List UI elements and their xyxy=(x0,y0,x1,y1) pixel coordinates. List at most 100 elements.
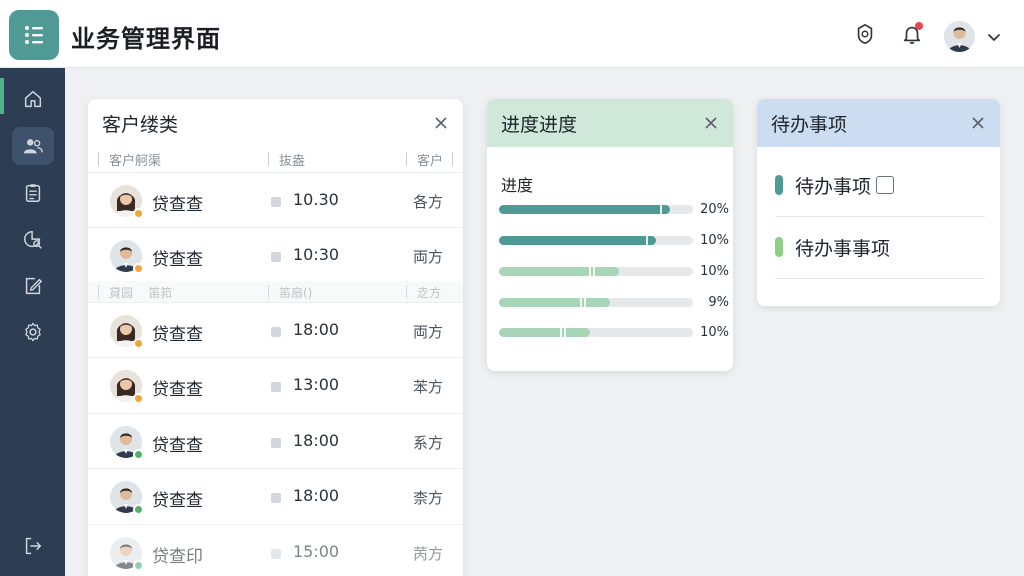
time-marker-icon xyxy=(271,382,281,392)
app-title: 业务管理界面 xyxy=(71,25,221,53)
close-progress-card-button[interactable] xyxy=(703,115,719,131)
notification-button[interactable] xyxy=(900,22,924,46)
menu-list-icon xyxy=(25,26,43,44)
progress-track xyxy=(499,328,693,337)
customer-party: 両方 xyxy=(413,323,444,341)
todo-card-title: 待办事项 xyxy=(771,113,848,136)
todo-item[interactable]: 待办事事项 xyxy=(775,217,985,279)
progress-fill xyxy=(499,205,670,214)
customer-party: 系方 xyxy=(413,434,444,452)
progress-track xyxy=(499,205,693,214)
secondary-header-row: 貸园 笛筘 笛扇() 赱方 xyxy=(88,281,463,303)
table-row[interactable]: 贷查查 10.30 各方 xyxy=(88,172,463,227)
progress-track xyxy=(499,267,693,276)
status-dot xyxy=(133,560,144,571)
customer-party: 両方 xyxy=(413,248,444,266)
time-marker-icon xyxy=(271,197,281,207)
customer-name: 贷查查 xyxy=(152,436,203,456)
status-dot xyxy=(133,449,144,460)
progress-row: 10% xyxy=(499,233,729,248)
sidebar-item-users[interactable] xyxy=(12,127,54,165)
sidebar-item-logout[interactable] xyxy=(12,527,54,565)
progress-marker xyxy=(660,205,662,214)
column-header-customer[interactable]: 客户舸渠 xyxy=(98,146,161,172)
customer-name: 贷查印 xyxy=(152,547,203,567)
table-row[interactable]: 贷查查 18:00 両方 xyxy=(88,302,463,357)
table-row[interactable]: 贷查查 18:00 系方 xyxy=(88,413,463,468)
sidebar-item-settings[interactable] xyxy=(12,313,54,351)
close-icon xyxy=(972,117,984,129)
close-customer-card-button[interactable] xyxy=(433,115,449,131)
user-menu-toggle[interactable] xyxy=(985,28,1003,46)
progress-row: 9% xyxy=(499,295,729,310)
progress-track xyxy=(499,236,693,245)
status-dot xyxy=(133,393,144,404)
column-header-time[interactable]: 抜盎 xyxy=(268,146,305,172)
time-marker-icon xyxy=(271,438,281,448)
sidebar-item-edit[interactable] xyxy=(12,267,54,305)
avatar-man-icon xyxy=(944,21,975,52)
table-row[interactable]: 贷查查 13:00 苯方 xyxy=(88,357,463,412)
notification-dot xyxy=(915,22,923,30)
column-header-party[interactable]: 客户 xyxy=(406,146,443,172)
customer-time: 18:00 xyxy=(293,431,340,450)
table-row[interactable]: 贷查查 10:30 両方 xyxy=(88,227,463,282)
customer-name: 贷查查 xyxy=(152,491,203,511)
progress-marker xyxy=(646,236,648,245)
close-todo-card-button[interactable] xyxy=(970,115,986,131)
progress-card: 进度进度 进度 20% 10% 10% 9% 10% xyxy=(487,99,733,371)
progress-percent: 10% xyxy=(700,264,729,279)
sidebar-item-home[interactable] xyxy=(12,80,54,118)
customer-name: 贷查查 xyxy=(152,380,203,400)
customer-card-title: 客户缕类 xyxy=(102,113,179,136)
customer-card: 客户缕类 客户舸渠 抜盎 客户 贷查查 10.30 各方贷查查 10:30 両方 貸园 … xyxy=(88,99,463,576)
table-row[interactable]: 贷查查 18:00 柰方 xyxy=(88,468,463,523)
home-icon xyxy=(24,90,42,108)
settings-badge-button[interactable] xyxy=(853,22,877,46)
customer-party: 苯方 xyxy=(413,378,444,396)
time-marker-icon xyxy=(271,493,281,503)
status-dot xyxy=(133,208,144,219)
users-icon xyxy=(23,139,43,154)
progress-fill xyxy=(499,267,619,276)
customer-card-header: 客户缕类 xyxy=(88,99,463,147)
todo-item[interactable]: 待办事项 xyxy=(775,155,985,217)
column-divider xyxy=(452,152,453,166)
sidebar-item-documents[interactable] xyxy=(12,174,54,212)
todo-checkbox[interactable] xyxy=(876,176,894,194)
customer-time: 10.30 xyxy=(293,190,339,209)
customer-party: 各方 xyxy=(413,193,444,211)
progress-card-title: 进度进度 xyxy=(501,113,578,136)
todo-color-tag xyxy=(775,175,783,195)
clipboard-icon xyxy=(25,184,41,202)
progress-marker xyxy=(564,328,566,337)
todo-card-header: 待办事项 xyxy=(757,99,1000,147)
status-dot xyxy=(133,338,144,349)
progress-fill xyxy=(499,328,590,337)
customer-name: 贷查查 xyxy=(152,325,203,345)
sidebar-item-analytics[interactable] xyxy=(12,221,54,259)
chart-search-icon xyxy=(24,231,42,249)
progress-marker xyxy=(560,328,562,337)
progress-percent: 20% xyxy=(700,202,729,217)
progress-card-header: 进度进度 xyxy=(487,99,733,147)
progress-label: 进度 xyxy=(501,176,534,195)
progress-marker xyxy=(584,298,586,307)
customer-name: 贷查查 xyxy=(152,250,203,270)
customer-time: 18:00 xyxy=(293,486,340,505)
progress-track xyxy=(499,298,693,307)
time-marker-icon xyxy=(271,252,281,262)
status-dot xyxy=(133,263,144,274)
todo-card: 待办事项 待办事项待办事事项 xyxy=(757,99,1000,306)
customer-time: 15:00 xyxy=(293,542,340,561)
customer-time: 10:30 xyxy=(293,245,340,264)
app-logo[interactable] xyxy=(9,10,59,60)
edit-icon xyxy=(25,277,43,295)
user-avatar[interactable] xyxy=(944,21,975,52)
progress-percent: 10% xyxy=(700,233,729,248)
close-icon xyxy=(435,117,447,129)
table-row[interactable]: 贷查印 15:00 苪方 xyxy=(88,524,463,576)
todo-text: 待办事项 xyxy=(795,176,872,198)
time-marker-icon xyxy=(271,549,281,559)
progress-marker xyxy=(580,298,582,307)
